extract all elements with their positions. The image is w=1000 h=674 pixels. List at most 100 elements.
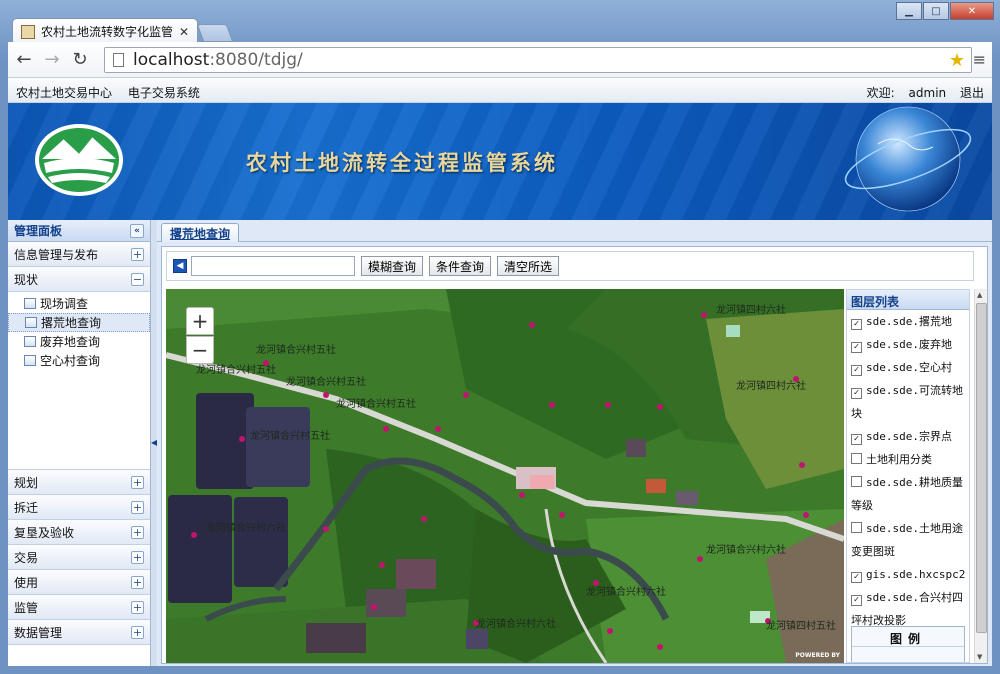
search-input[interactable] [191, 256, 355, 276]
logout-link[interactable]: 退出 [960, 86, 984, 100]
tree-item-waste-land[interactable]: 废弃地查询 [8, 332, 150, 351]
layer-label: sde.sde.可流转地块 [851, 384, 963, 420]
layer-item[interactable]: ✓ sde.sde.空心村 [847, 356, 969, 379]
tab-abandoned-farmland-query[interactable]: 撂荒地查询 [161, 223, 240, 242]
layer-item[interactable]: ✓ sde.sde.可流转地块 [847, 379, 969, 425]
zoom-in-button[interactable]: + [186, 307, 214, 335]
close-window-icon[interactable]: ✕ [950, 2, 994, 20]
browser-window: 农村土地流转数字化监管 ✕ ▁ □ ✕ ← → ↻ localhost:8080… [0, 0, 1000, 674]
tree-item-label: 现场调查 [40, 297, 89, 311]
layer-checkbox[interactable]: ✓ [851, 595, 862, 606]
expand-icon[interactable]: + [131, 625, 144, 639]
layer-checkbox[interactable]: ✓ [851, 572, 862, 583]
svg-text:★: ★ [64, 130, 71, 139]
map-attribution: POWERED BY [795, 652, 840, 659]
layer-item[interactable]: ✓ sde.sde.宗界点 [847, 425, 969, 448]
sidebar-title: 管理面板 [14, 224, 63, 238]
section-label: 信息管理与发布 [14, 247, 99, 262]
sidebar-section-supervision[interactable]: 监管 + [8, 595, 150, 620]
expand-icon[interactable]: + [131, 550, 144, 564]
url-path: :8080/tdjg/ [209, 50, 303, 70]
condition-search-button[interactable]: 条件查询 [429, 256, 492, 276]
section-label: 规划 [14, 475, 39, 490]
clear-selection-button[interactable]: 清空所选 [497, 256, 560, 276]
scroll-up-icon[interactable]: ▲ [977, 291, 982, 299]
username-link[interactable]: admin [909, 86, 947, 100]
layer-label: sde.sde.土地用途变更图斑 [851, 522, 963, 558]
map-place-label: 龙河镇合兴村五社 [286, 375, 366, 388]
layer-item[interactable]: ✓ sde.sde.废弃地 [847, 333, 969, 356]
legend-title: 图例 [852, 627, 964, 647]
nav-link-e-trade-system[interactable]: 电子交易系统 [128, 86, 200, 100]
map-place-label: 龙河镇合兴村五社 [256, 343, 336, 356]
form-icon [25, 317, 37, 328]
map-place-label: 龙河镇合兴村六社 [476, 617, 556, 630]
address-bar[interactable]: localhost:8080/tdjg/ ★ [104, 47, 972, 73]
scroll-down-icon[interactable]: ▼ [977, 653, 982, 661]
layer-checkbox[interactable] [851, 453, 862, 464]
back-icon[interactable]: ◀ [173, 259, 187, 273]
tree-item-abandoned-farmland[interactable]: 撂荒地查询 [8, 313, 150, 332]
main-area: 撂荒地查询 ◀ 模糊查询 条件查询 清空所选 龙河镇合兴村五社 龙河镇合兴村五社… [157, 220, 992, 666]
layer-checkbox[interactable]: ✓ [851, 319, 862, 330]
sidebar-section-planning[interactable]: 规划 + [8, 470, 150, 495]
new-tab-button[interactable] [196, 24, 234, 42]
layer-checkbox[interactable]: ✓ [851, 365, 862, 376]
web-page: 农村土地交易中心 电子交易系统 欢迎: admin 退出 ★ ★ ★ 农村土地流… [8, 78, 992, 666]
tree-item-label: 废弃地查询 [40, 335, 101, 349]
layer-item[interactable]: ✓ sde.sde.撂荒地 [847, 310, 969, 333]
tree-item-site-survey[interactable]: 现场调查 [8, 294, 150, 313]
layer-item[interactable]: ✓ gis.sde.hxcspc2 [847, 563, 969, 586]
maximize-icon[interactable]: □ [923, 2, 949, 20]
sidebar-bottom-sections: 规划 + 拆迁 + 复垦及验收 + 交易 + 使用 + 监管 + 数据管理 + [8, 470, 150, 645]
bookmark-star-icon[interactable]: ★ [949, 50, 965, 71]
layer-item[interactable]: 土地利用分类 [847, 448, 969, 471]
map-place-label: 龙河镇合兴村六社 [206, 521, 286, 534]
welcome-label: 欢迎: [866, 86, 895, 100]
expand-icon[interactable]: + [131, 575, 144, 589]
tab-close-icon[interactable]: ✕ [179, 25, 189, 39]
header-banner: ★ ★ ★ 农村土地流转全过程监管系统 [8, 103, 992, 220]
expand-icon[interactable]: + [131, 475, 144, 489]
expand-icon[interactable]: + [131, 600, 144, 614]
sidebar-section-reclamation[interactable]: 复垦及验收 + [8, 520, 150, 545]
layer-label: sde.sde.合兴村四坪村改投影 [851, 591, 963, 627]
browser-menu-icon[interactable]: ≡ [973, 50, 986, 69]
svg-text:★: ★ [86, 130, 93, 139]
expand-icon[interactable]: + [131, 500, 144, 514]
nav-link-land-trade-center[interactable]: 农村土地交易中心 [16, 86, 112, 100]
sidebar-section-status[interactable]: 现状 − [8, 267, 150, 292]
vertical-scrollbar[interactable]: ▲ ▼ [974, 289, 987, 663]
map-place-label: 龙河镇合兴村六社 [706, 543, 786, 556]
fuzzy-search-button[interactable]: 模糊查询 [361, 256, 424, 276]
sidebar-section-data[interactable]: 数据管理 + [8, 620, 150, 645]
minimize-icon[interactable]: ▁ [896, 2, 922, 20]
expand-icon[interactable]: + [131, 525, 144, 539]
layer-checkbox[interactable] [851, 522, 862, 533]
scroll-thumb[interactable] [976, 303, 987, 633]
zoom-out-button[interactable]: − [186, 336, 214, 364]
map-place-label: 龙河镇合兴村五社 [250, 429, 330, 442]
browser-tab[interactable]: 农村土地流转数字化监管 ✕ [12, 18, 198, 44]
layer-label: 土地利用分类 [866, 453, 932, 466]
layer-item[interactable]: sde.sde.土地用途变更图斑 [847, 517, 969, 563]
layer-checkbox[interactable]: ✓ [851, 388, 862, 399]
collapse-sidebar-icon[interactable]: « [130, 223, 144, 238]
legend-panel: 图例 [851, 626, 965, 662]
reload-icon[interactable]: ↻ [68, 48, 92, 72]
sidebar-section-trade[interactable]: 交易 + [8, 545, 150, 570]
sidebar-section-usage[interactable]: 使用 + [8, 570, 150, 595]
layer-checkbox[interactable]: ✓ [851, 342, 862, 353]
expand-icon[interactable]: + [131, 247, 144, 261]
sidebar-section-info[interactable]: 信息管理与发布 + [8, 242, 150, 267]
collapse-icon[interactable]: − [131, 272, 144, 286]
layer-item[interactable]: sde.sde.耕地质量等级 [847, 471, 969, 517]
layer-label: sde.sde.废弃地 [866, 338, 952, 351]
tree-item-hollow-village[interactable]: 空心村查询 [8, 351, 150, 370]
layer-checkbox[interactable] [851, 476, 862, 487]
forward-arrow-icon[interactable]: → [40, 48, 64, 72]
layer-checkbox[interactable]: ✓ [851, 434, 862, 445]
back-arrow-icon[interactable]: ← [12, 48, 36, 72]
sidebar-section-demolition[interactable]: 拆迁 + [8, 495, 150, 520]
satellite-map[interactable]: 龙河镇合兴村五社 龙河镇合兴村五社 龙河镇合兴村五社 龙河镇合兴村五社 龙河镇合… [166, 289, 844, 663]
